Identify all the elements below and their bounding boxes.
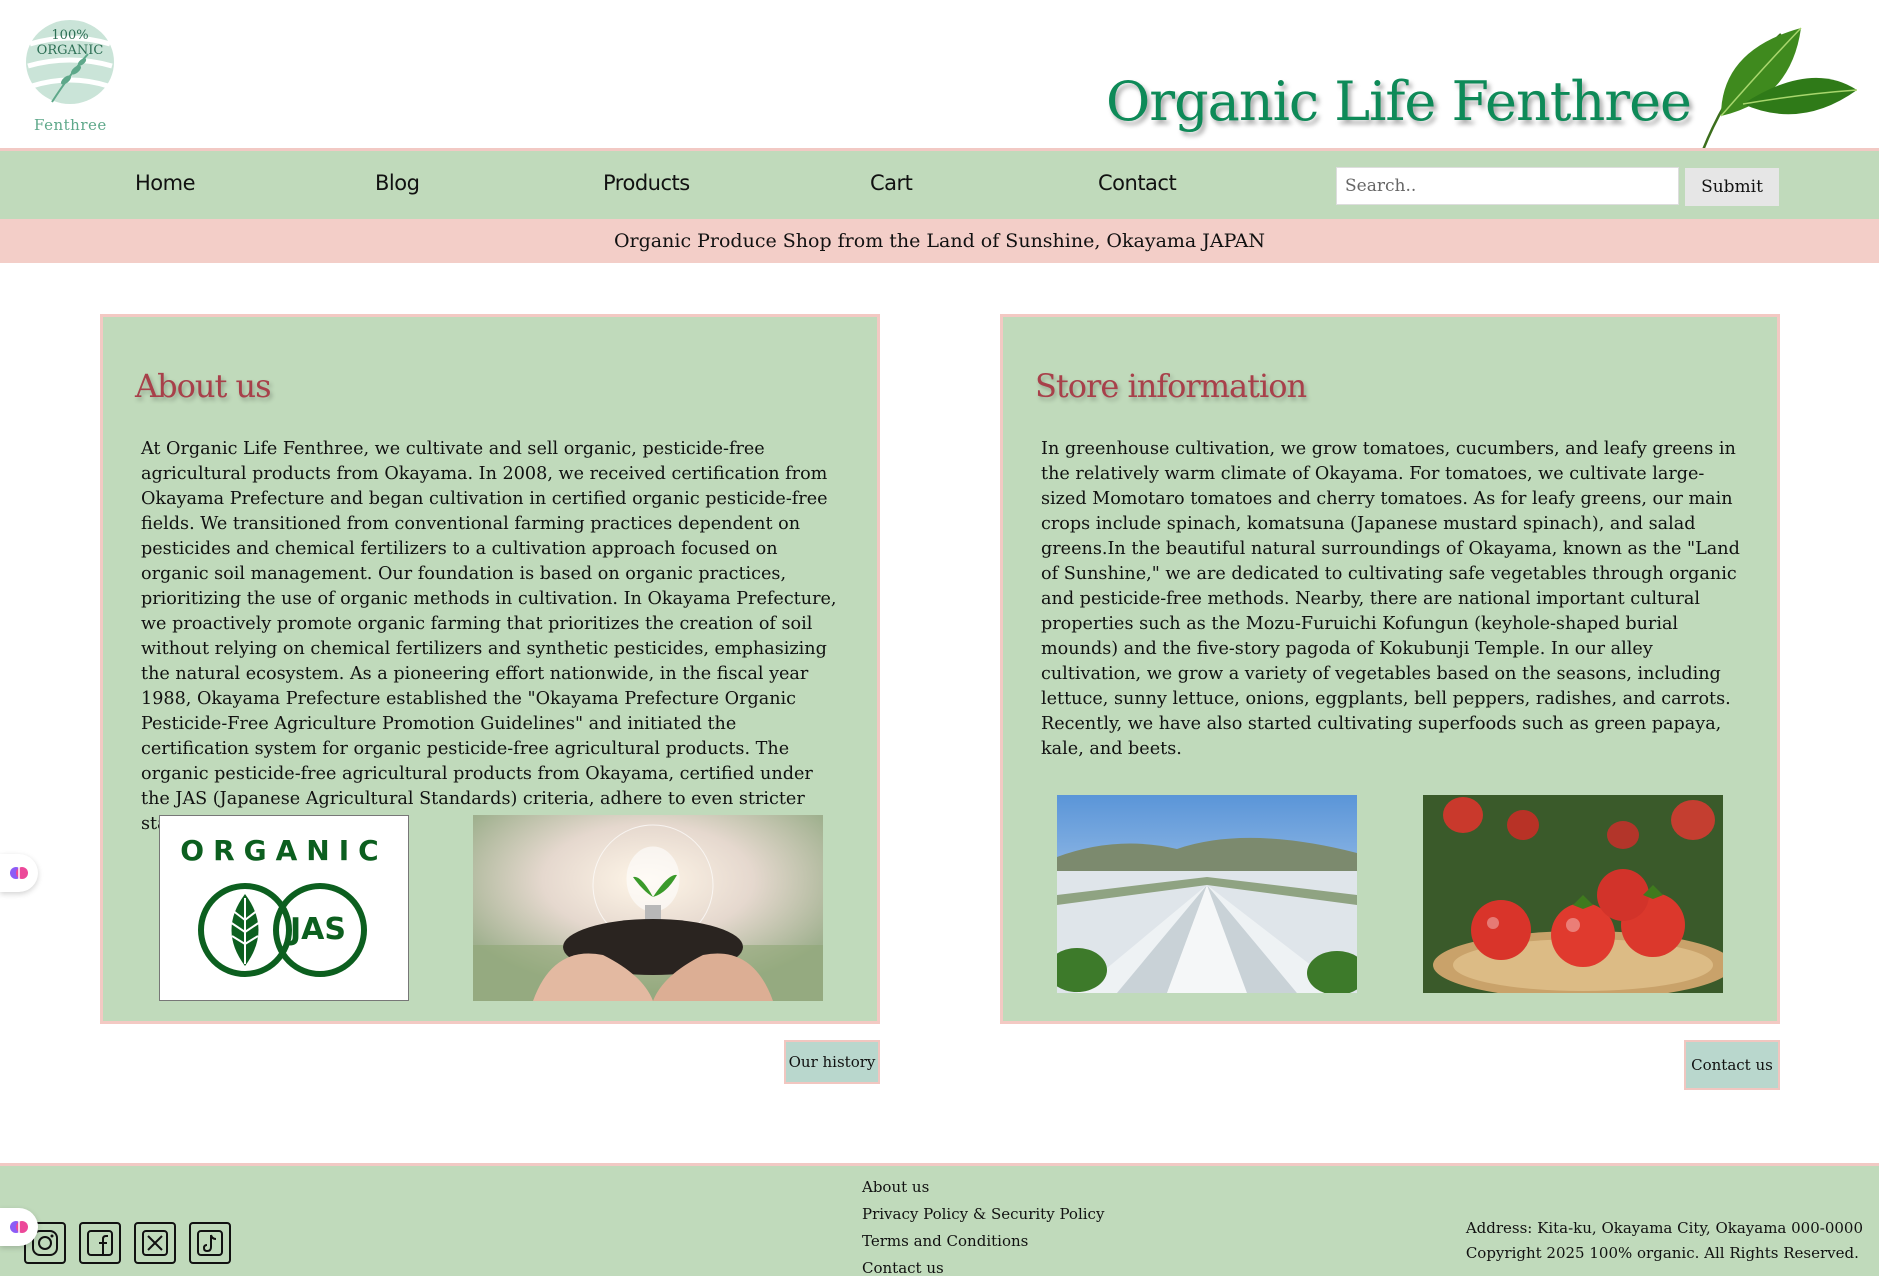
logo-badge-text: 100% ORGANIC — [36, 28, 104, 58]
nav-home[interactable]: Home — [135, 171, 196, 195]
search-submit-button[interactable]: Submit — [1685, 168, 1779, 206]
hands-soil-image — [473, 815, 823, 1001]
brain-extension-icon[interactable] — [0, 854, 38, 892]
leaf-image — [1691, 20, 1861, 151]
badge-organic-text: ORGANIC — [180, 834, 388, 867]
greenhouse-image — [1057, 795, 1357, 993]
store-panel: Store information In greenhouse cultivat… — [1000, 314, 1780, 1024]
logo-name: Fenthree — [34, 116, 107, 134]
about-text: At Organic Life Fenthree, we cultivate a… — [141, 439, 837, 834]
footer-address: Address: Kita-ku, Okayama City, Okayama … — [1465, 1219, 1863, 1237]
about-title: About us — [135, 367, 272, 405]
jas-mark-icon — [198, 883, 367, 977]
footer-links: About us Privacy Policy & Security Polic… — [862, 1174, 1104, 1276]
footer-link-contact[interactable]: Contact us — [862, 1255, 1104, 1276]
footer-link-privacy[interactable]: Privacy Policy & Security Policy — [862, 1201, 1104, 1228]
organic-jas-badge: ORGANIC JAS — [159, 815, 409, 1001]
footer-copyright: Copyright 2025 100% organic. All Rights … — [1465, 1244, 1859, 1262]
site-title: Organic Life Fenthree — [1106, 70, 1692, 133]
tomatoes-image — [1423, 795, 1723, 993]
footer-link-terms[interactable]: Terms and Conditions — [862, 1228, 1104, 1255]
main-nav: Home Blog Products Cart Contact Submit — [0, 148, 1879, 219]
brain-extension-icon-2[interactable] — [0, 1208, 38, 1246]
nav-products[interactable]: Products — [603, 171, 690, 195]
nav-cart[interactable]: Cart — [870, 171, 913, 195]
footer-link-about[interactable]: About us — [862, 1174, 1104, 1201]
nav-contact[interactable]: Contact — [1098, 171, 1177, 195]
site-header: 100% ORGANIC Fenthree Organic Life Fenth… — [0, 0, 1879, 151]
our-history-button[interactable]: Our history — [784, 1040, 880, 1084]
site-footer: About us Privacy Policy & Security Polic… — [0, 1163, 1879, 1276]
tagline-banner: Organic Produce Shop from the Land of Su… — [0, 219, 1879, 263]
tiktok-icon[interactable] — [189, 1222, 231, 1264]
footer-info: Address: Kita-ku, Okayama City, Okayama … — [1466, 1216, 1863, 1266]
store-title: Store information — [1035, 367, 1307, 405]
search-input[interactable] — [1336, 167, 1679, 205]
contact-us-button[interactable]: Contact us — [1684, 1040, 1780, 1090]
about-panel: About us At Organic Life Fenthree, we cu… — [100, 314, 880, 1024]
store-text: In greenhouse cultivation, we grow tomat… — [1041, 439, 1740, 759]
organic-logo[interactable]: 100% ORGANIC Fenthree — [22, 14, 118, 138]
facebook-icon[interactable] — [79, 1222, 121, 1264]
badge-jas-text: JAS — [290, 912, 346, 947]
x-icon[interactable] — [134, 1222, 176, 1264]
nav-blog[interactable]: Blog — [375, 171, 420, 195]
